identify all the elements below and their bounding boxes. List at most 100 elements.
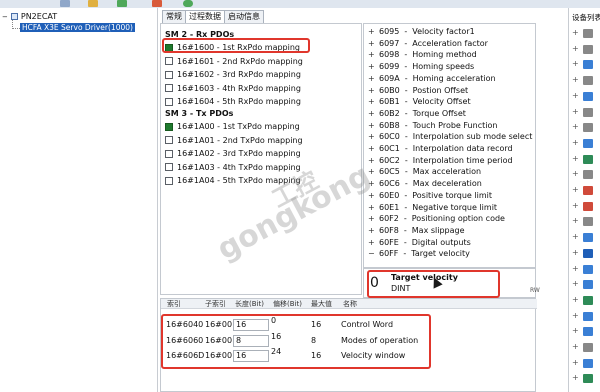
tree-node-servo-driver[interactable]: HCFA X3E Servo Driver(1000)	[20, 23, 135, 32]
object-row[interactable]: +6098- Homing method	[368, 49, 477, 60]
expand-icon[interactable]: +	[572, 373, 579, 382]
rx-pdo-row[interactable]: 16#1603 - 4th RxPdo mapping	[165, 83, 301, 94]
expand-icon[interactable]: +	[572, 326, 579, 335]
device-icon[interactable]	[583, 201, 593, 211]
device-icon[interactable]	[583, 60, 593, 70]
device-icon[interactable]	[583, 343, 593, 352]
expand-icon[interactable]: +	[368, 49, 375, 60]
expand-icon[interactable]: +	[572, 44, 579, 53]
object-row[interactable]: +60E0- Positive torque limit	[368, 190, 492, 201]
device-icon[interactable]	[583, 217, 593, 227]
expand-icon[interactable]: +	[572, 279, 579, 288]
expand-icon[interactable]: +	[368, 237, 375, 248]
device-icon[interactable]	[583, 311, 593, 321]
checkbox[interactable]	[165, 84, 173, 92]
checkbox[interactable]	[165, 149, 173, 158]
tx-pdo-row[interactable]: 16#1A00 - 1st TxPdo mapping	[165, 121, 300, 132]
object-row[interactable]: +60B0- Postion Offset	[368, 85, 468, 96]
expand-icon[interactable]: +	[368, 202, 375, 213]
device-icon[interactable]	[583, 170, 593, 180]
expand-icon[interactable]: +	[572, 107, 579, 116]
collapse-icon[interactable]: −	[2, 13, 8, 21]
tab-general[interactable]: 常规	[162, 10, 186, 23]
rx-pdo-row[interactable]: 16#1601 - 2nd RxPdo mapping	[165, 56, 303, 67]
checkbox[interactable]	[165, 176, 173, 185]
expand-icon[interactable]: +	[368, 38, 375, 49]
expand-icon[interactable]: +	[572, 342, 579, 351]
expand-icon[interactable]: +	[572, 185, 579, 194]
object-row[interactable]: +60B1- Velocity Offset	[368, 96, 471, 107]
toolbar-add-icon[interactable]	[117, 0, 127, 7]
expand-icon[interactable]: +	[572, 122, 579, 131]
expand-icon[interactable]: +	[368, 26, 375, 37]
object-row[interactable]: +60F8- Max slippage	[368, 225, 465, 236]
toolbar-folder-icon[interactable]	[88, 0, 98, 7]
object-row[interactable]: +60C2- Interpolation time period	[368, 155, 513, 166]
device-icon[interactable]	[583, 280, 593, 290]
tx-pdo-row[interactable]: 16#1A03 - 4th TxPdo mapping	[165, 162, 301, 173]
expand-icon[interactable]: +	[368, 225, 375, 236]
object-row[interactable]: +60F2- Positioning option code	[368, 213, 505, 224]
expand-icon[interactable]: +	[368, 96, 375, 107]
tx-pdo-row[interactable]: 16#1A02 - 3rd TxPdo mapping	[165, 148, 301, 159]
expand-icon[interactable]: +	[368, 120, 375, 131]
object-row[interactable]: +60B8- Touch Probe Function	[368, 120, 497, 131]
expand-icon[interactable]: +	[368, 131, 375, 142]
device-icon[interactable]	[583, 29, 593, 38]
toolbar-refresh-icon[interactable]	[183, 0, 193, 7]
device-icon[interactable]	[583, 154, 593, 164]
object-row[interactable]: +60FE - Digital outputs	[368, 237, 471, 248]
tx-pdo-row[interactable]: 16#1A01 - 2nd TxPdo mapping	[165, 135, 303, 146]
checkbox[interactable]	[165, 97, 173, 106]
device-icon[interactable]	[583, 44, 593, 54]
device-icon[interactable]	[583, 76, 593, 86]
checkbox[interactable]	[165, 163, 173, 171]
device-icon[interactable]	[583, 91, 593, 101]
tree-node-root[interactable]: − PN2ECAT	[2, 12, 57, 21]
expand-icon[interactable]: +	[572, 201, 579, 210]
object-row[interactable]: +60C6- Max deceleration	[368, 178, 482, 189]
checkbox[interactable]	[165, 70, 173, 79]
device-icon[interactable]	[583, 233, 593, 243]
expand-icon[interactable]: +	[368, 73, 375, 84]
tab-startup[interactable]: 启动信息	[224, 10, 264, 23]
device-icon[interactable]	[583, 138, 593, 148]
expand-icon[interactable]: +	[368, 155, 375, 166]
expand-icon[interactable]: +	[572, 75, 579, 84]
device-icon[interactable]	[583, 186, 593, 195]
expand-icon[interactable]: +	[572, 358, 579, 367]
object-row[interactable]: +60C0- Interpolation sub mode select	[368, 131, 532, 142]
device-icon[interactable]	[583, 107, 593, 117]
expand-icon[interactable]: +	[572, 59, 579, 68]
checkbox[interactable]	[165, 136, 173, 144]
expand-icon[interactable]: +	[572, 91, 579, 100]
expand-icon[interactable]: +	[572, 169, 579, 178]
device-icon[interactable]	[583, 295, 593, 305]
object-row[interactable]: +6099- Homing speeds	[368, 61, 474, 72]
device-icon[interactable]	[583, 327, 593, 337]
expand-icon[interactable]: +	[368, 85, 375, 96]
object-row[interactable]: −60FF - Target velocity	[368, 248, 470, 259]
expand-icon[interactable]: +	[572, 232, 579, 241]
collapse-icon[interactable]: −	[368, 248, 375, 259]
expand-icon[interactable]: +	[368, 213, 375, 224]
expand-icon[interactable]: +	[572, 154, 579, 163]
tab-process-data[interactable]: 过程数据	[185, 10, 225, 24]
device-icon[interactable]	[583, 374, 593, 384]
expand-icon[interactable]: +	[368, 143, 375, 154]
expand-icon[interactable]: +	[368, 108, 375, 119]
expand-icon[interactable]: +	[572, 28, 579, 37]
device-icon[interactable]	[583, 248, 593, 258]
object-row[interactable]: +60C1- Interpolation data record	[368, 143, 513, 154]
object-row[interactable]: +60C5- Max acceleration	[368, 166, 481, 177]
object-row[interactable]: +60E1- Negative torque limit	[368, 202, 497, 213]
rx-pdo-row[interactable]: 16#1604 - 5th RxPdo mapping	[165, 96, 301, 107]
checkbox[interactable]	[165, 122, 173, 131]
expand-icon[interactable]: +	[572, 138, 579, 147]
expand-icon[interactable]: +	[572, 295, 579, 304]
toolbar-save-icon[interactable]	[60, 0, 70, 7]
expand-icon[interactable]: +	[572, 264, 579, 273]
expand-icon[interactable]: +	[368, 61, 375, 72]
device-icon[interactable]	[583, 358, 593, 368]
expand-icon[interactable]: +	[572, 216, 579, 225]
